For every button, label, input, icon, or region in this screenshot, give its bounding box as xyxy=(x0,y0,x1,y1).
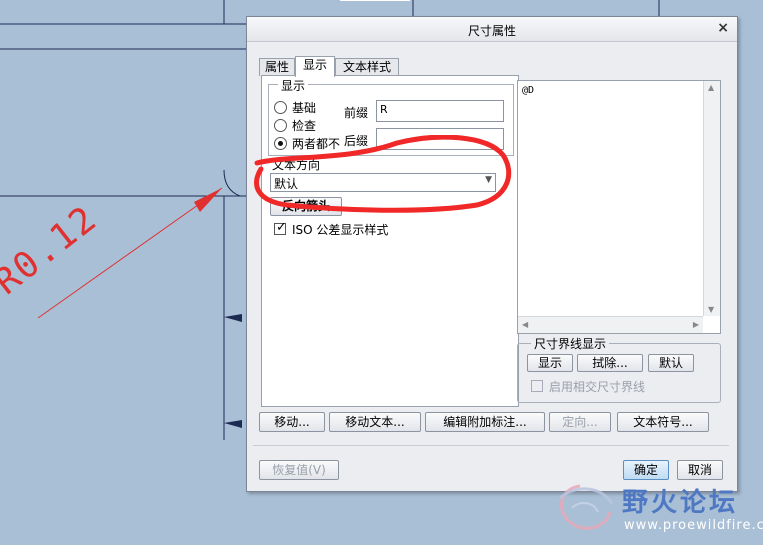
iso-checkbox[interactable]: ✓ xyxy=(274,220,287,235)
edit-attached-note-button[interactable]: 编辑附加标注... xyxy=(425,412,545,432)
watermark-url: www.proewildfire.cn xyxy=(624,518,763,533)
orient-button[interactable]: 定向... xyxy=(549,412,611,432)
horizontal-scrollbar[interactable]: ◀ ▶ xyxy=(518,316,703,333)
tab-properties[interactable]: 属性 xyxy=(259,58,295,76)
dimension-text-area[interactable]: @D ▲ ▼ ◀ ▶ xyxy=(517,80,721,334)
ok-button[interactable]: 确定 xyxy=(623,460,669,480)
display-panel: 显示 基础 检查 两者都不 前缀 R 后缀 文本方向 默认 ▼ 反向箭头 ✓ I… xyxy=(261,75,519,407)
radio-inspect[interactable] xyxy=(274,119,287,132)
default-button[interactable]: 默认 xyxy=(648,354,694,372)
radio-inspect-label: 检查 xyxy=(292,119,317,133)
scroll-up-icon[interactable]: ▲ xyxy=(708,83,714,92)
separator xyxy=(253,445,729,446)
dimension-text-content: @D xyxy=(522,85,535,96)
intersect-checkbox[interactable] xyxy=(531,380,543,392)
radio-basic[interactable] xyxy=(274,101,287,114)
move-button[interactable]: 移动... xyxy=(259,412,325,432)
dialog-title: 尺寸属性 xyxy=(467,24,516,38)
show-button[interactable]: 显示 xyxy=(527,354,573,372)
scroll-right-icon[interactable]: ▶ xyxy=(693,320,699,329)
scroll-down-icon[interactable]: ▼ xyxy=(708,305,714,314)
title-bar[interactable]: 尺寸属性 × xyxy=(247,17,737,42)
radio-basic-label: 基础 xyxy=(292,101,317,115)
erase-button[interactable]: 拭除... xyxy=(577,354,643,372)
watermark-logo xyxy=(559,484,614,530)
watermark-title: 野火论坛 xyxy=(622,488,739,518)
prefix-label: 前缀 xyxy=(344,106,369,120)
close-button[interactable]: × xyxy=(717,20,729,36)
dimension-properties-dialog: 尺寸属性 × 属性 显示 文本样式 显示 基础 检查 两者都不 前缀 R 后缀 … xyxy=(246,16,738,492)
intersect-checkbox-label: 启用相交尺寸界线 xyxy=(549,380,646,394)
prefix-input[interactable]: R xyxy=(376,100,504,122)
move-text-button[interactable]: 移动文本... xyxy=(329,412,421,432)
witness-line-legend: 尺寸界线显示 xyxy=(531,335,610,352)
red-annotation-circle xyxy=(254,135,512,213)
scroll-left-icon[interactable]: ◀ xyxy=(522,320,528,329)
tab-display[interactable]: 显示 xyxy=(295,56,335,77)
display-group-legend: 显示 xyxy=(278,77,309,94)
cancel-button[interactable]: 取消 xyxy=(677,460,723,480)
text-symbol-button[interactable]: 文本符号... xyxy=(617,412,709,432)
checkmark-icon: ✓ xyxy=(276,220,287,235)
vertical-scrollbar[interactable]: ▲ ▼ xyxy=(703,81,720,316)
tab-text-style[interactable]: 文本样式 xyxy=(335,58,399,76)
restore-values-button[interactable]: 恢复值(V) xyxy=(259,460,339,480)
iso-checkbox-label: ISO 公差显示样式 xyxy=(292,223,389,237)
